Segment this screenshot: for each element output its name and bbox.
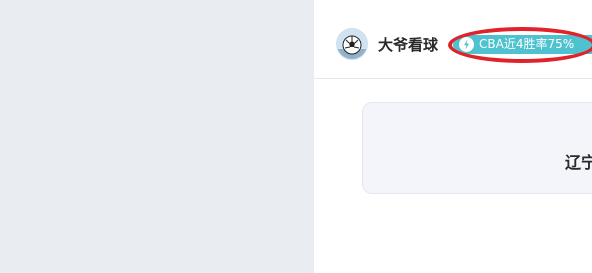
win-rate-badge[interactable]: CBA近4胜率75%	[453, 35, 592, 54]
header-divider	[314, 78, 592, 79]
lightning-icon	[459, 37, 474, 52]
author-avatar[interactable]	[336, 28, 368, 60]
soccer-ball-avatar-icon	[337, 29, 367, 59]
author-name[interactable]: 大爷看球	[378, 35, 438, 55]
match-card[interactable]: 辽宁	[362, 102, 592, 194]
win-rate-text: CBA近4胜率75%	[479, 37, 575, 51]
author-row: 大爷看球 CBA近4胜率75%	[336, 28, 592, 62]
left-gutter	[0, 0, 314, 273]
article-pane: 大爷看球 CBA近4胜率75% 辽宁	[314, 0, 592, 273]
team-name: 辽宁	[565, 153, 592, 172]
